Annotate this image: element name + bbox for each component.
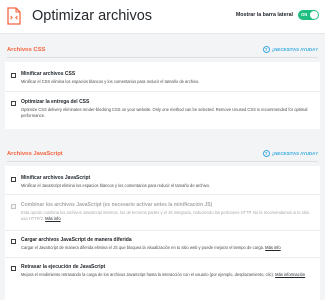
- combine-js-more-info-link[interactable]: Más info: [45, 216, 60, 221]
- optimize-css-description: Optimize CSS delivery eliminates render-…: [21, 107, 308, 119]
- delay-js-more-info-link[interactable]: Más información: [275, 272, 305, 277]
- defer-js-more-info-link[interactable]: Más info: [265, 245, 280, 250]
- minify-css-description: Minificar el CSS elimina los espacios bl…: [21, 79, 200, 84]
- option-divider: [5, 194, 320, 195]
- css-options-card: Minificar archivos CSS Minificar el CSS …: [5, 62, 320, 129]
- combine-js-description: Esta opción combina los archivos JavaScr…: [21, 210, 311, 222]
- help-icon: ?: [262, 150, 270, 157]
- sidebar-toggle-label: Mostrar la barra lateral: [235, 12, 293, 18]
- help-icon: ?: [262, 46, 270, 53]
- css-help-link[interactable]: ? ¿NECESITAS AYUDA?: [262, 46, 318, 53]
- minify-css-label: Minificar archivos CSS: [21, 71, 76, 77]
- minify-js-description: Minificar el JavaScript elimina los espa…: [21, 183, 211, 188]
- js-help-label: ¿NECESITAS AYUDA?: [271, 151, 318, 156]
- defer-js-description-text: Cargar el JavaScript de manera diferida …: [21, 245, 265, 250]
- optimize-css-checkbox[interactable]: [11, 101, 16, 106]
- defer-js-checkbox[interactable]: [11, 239, 16, 244]
- css-js-file-icon: [7, 7, 21, 25]
- js-options-card: Minificar archivos JavaScript Minificar …: [5, 166, 320, 300]
- minify-css-checkbox[interactable]: [11, 73, 16, 78]
- defer-js-label: Cargar archivos JavaScript de manera dif…: [21, 237, 132, 243]
- section-divider: [7, 57, 318, 58]
- combine-js-checkbox[interactable]: [11, 204, 16, 209]
- section-divider: [7, 161, 318, 162]
- css-help-label: ¿NECESITAS AYUDA?: [271, 47, 318, 52]
- js-help-link[interactable]: ? ¿NECESITAS AYUDA?: [262, 150, 318, 157]
- optimize-css-label: Optimizar la entrega del CSS: [21, 99, 90, 105]
- css-section-title: Archivos CSS: [7, 47, 46, 53]
- delay-js-description: Mejora el rendimiento retrasando la carg…: [21, 272, 311, 278]
- combine-js-description-text: Esta opción combina los archivos JavaScr…: [21, 210, 309, 222]
- delay-js-label: Retrasar la ejecución de JavaScript: [21, 264, 106, 270]
- delay-js-checkbox[interactable]: [11, 266, 16, 271]
- js-section-header: Archivos JavaScript ? ¿NECESITAS AYUDA?: [0, 150, 325, 163]
- sidebar-toggle-switch[interactable]: ON: [298, 10, 319, 20]
- option-divider: [5, 91, 320, 92]
- defer-js-description: Cargar el JavaScript de manera diferida …: [21, 245, 311, 251]
- option-divider: [5, 257, 320, 258]
- minify-js-label: Minificar archivos JavaScript: [21, 175, 91, 181]
- css-section-header: Archivos CSS ? ¿NECESITAS AYUDA?: [0, 46, 325, 59]
- page-header: Optimizar archivos Mostrar la barra late…: [0, 0, 325, 34]
- option-divider: [5, 230, 320, 231]
- page-title: Optimizar archivos: [32, 8, 153, 24]
- delay-js-description-text: Mejora el rendimiento retrasando la carg…: [21, 272, 275, 277]
- sidebar-toggle[interactable]: Mostrar la barra lateral ON: [236, 10, 319, 20]
- toggle-state-text: ON: [301, 12, 308, 17]
- combine-js-label: Combinar los archivos JavaScript (es nec…: [21, 202, 213, 208]
- js-section-title: Archivos JavaScript: [7, 151, 63, 157]
- minify-js-checkbox[interactable]: [11, 177, 16, 182]
- toggle-knob: [310, 11, 318, 19]
